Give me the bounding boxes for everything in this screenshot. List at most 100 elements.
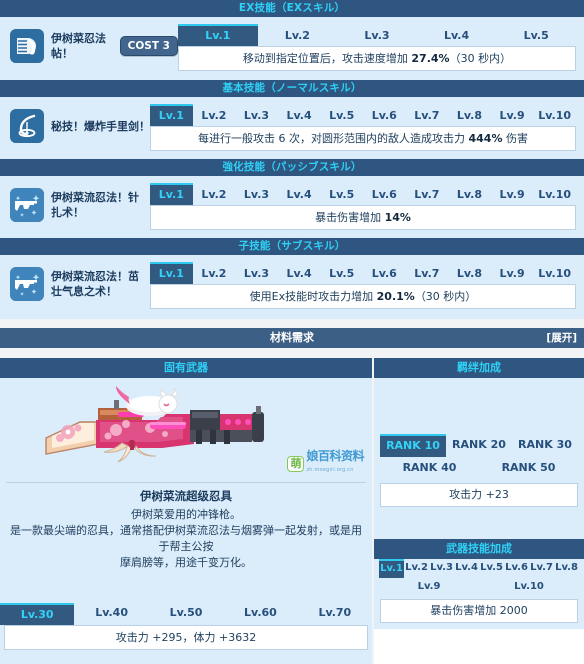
skill-passive-left: 伊树菜流忍法！针扎术！ [10,183,150,227]
weapon-level-tab-30[interactable]: Lv.30 [0,603,75,625]
gun-icon [10,188,44,222]
skill-normal-right: Lv.1 Lv.2 Lv.3 Lv.4 Lv.5 Lv.6 Lv.7 Lv.8 … [150,104,576,151]
skill-sub-level-tab-5[interactable]: Lv.5 [320,264,363,284]
weapon-level-tab-50[interactable]: Lv.50 [149,603,223,625]
skill-normal-level-tab-4[interactable]: Lv.4 [278,106,321,126]
skill-normal-level-tab-10[interactable]: Lv.10 [533,106,576,126]
weapon-level-tab-40[interactable]: Lv.40 [74,603,148,625]
bond-bottom-spacer [374,507,584,535]
skill-normal-level-tab-6[interactable]: Lv.6 [363,106,406,126]
skill-name-sub: 伊树菜流忍法！茁壮气息之术！ [51,270,139,298]
section-title-sub: 子技能（サブスキル） [238,240,346,252]
material-expand-toggle[interactable]: [展开] [546,328,577,348]
weapon-skill-level-tab-6[interactable]: Lv.6 [504,559,529,578]
skill-ex-level-tab-1[interactable]: Lv.1 [178,24,258,46]
skill-block-sub: 伊树菜流忍法！茁壮气息之术！ Lv.1 Lv.2 Lv.3 Lv.4 Lv.5 … [0,255,584,319]
skill-sub-level-tab-4[interactable]: Lv.4 [278,264,321,284]
skill-normal-level-tab-8[interactable]: Lv.8 [448,106,491,126]
material-demand-body [0,348,584,358]
bond-rank-tab-30[interactable]: RANK 30 [512,434,578,457]
skill-sub-level-tab-7[interactable]: Lv.7 [406,264,449,284]
weapon-skill-level-tab-1[interactable]: Lv.1 [379,559,404,578]
weapon-panel-header: 固有武器 [0,358,372,378]
weapon-skill-level-tab-2[interactable]: Lv.2 [404,559,429,578]
weapon-artwork: 萌 娘百科资料 zh.moegirl.org.cn [0,378,372,482]
skill-ex-level-tab-5[interactable]: Lv.5 [496,26,576,46]
skill-passive-level-tab-4[interactable]: Lv.4 [278,185,321,205]
weapon-skill-level-tab-7[interactable]: Lv.7 [529,559,554,578]
bond-rank-tab-20[interactable]: RANK 20 [446,434,512,457]
skill-ex-desc-value: 27.4% [411,52,450,65]
weapon-skill-level-tab-5[interactable]: Lv.5 [479,559,504,578]
weapon-skill-level-tab-8[interactable]: Lv.8 [554,559,579,578]
weapon-level-tab-60[interactable]: Lv.60 [223,603,297,625]
skill-passive-level-tab-1[interactable]: Lv.1 [150,183,193,205]
skill-ex-level-tab-2[interactable]: Lv.2 [258,26,338,46]
skill-block-normal: 秘技！爆炸手里剑！ Lv.1 Lv.2 Lv.3 Lv.4 Lv.5 Lv.6 … [0,97,584,159]
weapon-column: 固有武器 萌 娘百科资料 zh.moegirl.org.cn 伊树菜流超级忍具 … [0,358,372,664]
skill-passive-level-tab-5[interactable]: Lv.5 [320,185,363,205]
skill-passive-level-tab-6[interactable]: Lv.6 [363,185,406,205]
weapon-panel-title: 固有武器 [164,361,208,374]
skill-passive-level-tab-10[interactable]: Lv.10 [533,185,576,205]
skill-sub-level-tab-9[interactable]: Lv.9 [491,264,534,284]
weapon-desc-line-3: 摩肩膀等，用途千变万化。 [120,556,252,569]
skill-sub-level-tab-1[interactable]: Lv.1 [150,262,193,284]
skill-passive-level-tabs: Lv.1 Lv.2 Lv.3 Lv.4 Lv.5 Lv.6 Lv.7 Lv.8 … [150,183,576,205]
skill-ex-level-tab-3[interactable]: Lv.3 [337,26,417,46]
section-header-passive: 強化技能（パッシブスキル） [0,159,584,176]
skill-sub-level-tab-2[interactable]: Lv.2 [193,264,236,284]
skill-passive-level-tab-7[interactable]: Lv.7 [406,185,449,205]
section-header-normal: 基本技能（ノーマルスキル） [0,80,584,97]
skill-sub-level-tab-3[interactable]: Lv.3 [235,264,278,284]
bond-panel-title: 羁绊加成 [457,361,501,374]
watermark-subtitle: zh.moegirl.org.cn [306,467,354,473]
watermark-text: 娘百科资料 zh.moegirl.org.cn [306,450,364,476]
skill-normal-level-tab-3[interactable]: Lv.3 [235,106,278,126]
skill-sub-level-tab-6[interactable]: Lv.6 [363,264,406,284]
watermark-badge: 萌 [287,455,305,472]
scroll-icon [10,29,44,63]
skill-normal-desc-pre: 每进行一般攻击 6 次，对圆形范围内的敌人造成攻击力 [198,132,469,145]
spacer-above-material [0,319,584,328]
skill-passive-level-tab-9[interactable]: Lv.9 [491,185,534,205]
skill-sub-desc-pre: 使用Ex技能时攻击力增加 [249,290,377,303]
character-detail-page: EX技能（EXスキル） 伊树菜忍法帖！ COST 3 Lv.1 Lv.2 Lv.… [0,0,584,664]
weapon-skill-level-tab-10[interactable]: Lv.10 [479,578,579,596]
skill-normal-level-tab-5[interactable]: Lv.5 [320,106,363,126]
weapon-skill-level-tab-4[interactable]: Lv.4 [454,559,479,578]
section-title-normal: 基本技能（ノーマルスキル） [222,82,362,94]
weapon-skill-level-tab-3[interactable]: Lv.3 [429,559,454,578]
skill-normal-left: 秘技！爆炸手里剑！ [10,104,150,148]
bond-rank-tab-10[interactable]: RANK 10 [380,434,446,457]
bond-column: 羁绊加成 RANK 10 RANK 20 RANK 30 RANK 40 RAN… [372,358,584,664]
skill-passive-level-tab-2[interactable]: Lv.2 [193,185,236,205]
skill-sub-level-tab-10[interactable]: Lv.10 [533,264,576,284]
watermark: 萌 娘百科资料 zh.moegirl.org.cn [287,450,364,476]
shuriken-icon [10,109,44,143]
skill-ex-right: Lv.1 Lv.2 Lv.3 Lv.4 Lv.5 移动到指定位置后，攻击速度增加… [178,24,576,71]
bottom-columns: 固有武器 萌 娘百科资料 zh.moegirl.org.cn 伊树菜流超级忍具 … [0,358,584,664]
skill-sub-description: 使用Ex技能时攻击力增加 20.1%（30 秒内） [150,284,576,309]
bond-rank-tab-40[interactable]: RANK 40 [380,457,479,479]
skill-ex-level-tab-4[interactable]: Lv.4 [417,26,497,46]
section-header-ex: EX技能（EXスキル） [0,0,584,17]
skill-passive-level-tab-8[interactable]: Lv.8 [448,185,491,205]
skill-block-passive: 伊树菜流忍法！针扎术！ Lv.1 Lv.2 Lv.3 Lv.4 Lv.5 Lv.… [0,176,584,238]
skill-normal-level-tab-2[interactable]: Lv.2 [193,106,236,126]
skill-normal-level-tab-9[interactable]: Lv.9 [491,106,534,126]
weapon-panel: 萌 娘百科资料 zh.moegirl.org.cn 伊树菜流超级忍具 伊树菜爱用… [0,378,372,664]
bond-rank-tab-50[interactable]: RANK 50 [479,457,578,479]
weapon-level-tab-70[interactable]: Lv.70 [298,603,372,625]
skill-passive-desc-value: 14% [384,211,411,224]
skill-passive-level-tab-3[interactable]: Lv.3 [235,185,278,205]
weapon-skill-level-tab-9[interactable]: Lv.9 [379,578,479,596]
skill-sub-level-tab-8[interactable]: Lv.8 [448,264,491,284]
material-demand-bar[interactable]: 材料需求 [展开] [0,328,584,348]
weapon-name: 伊树菜流超级忍具 [140,489,232,503]
skill-normal-level-tab-1[interactable]: Lv.1 [150,104,193,126]
bond-rank-tabs: RANK 10 RANK 20 RANK 30 RANK 40 RANK 50 [374,434,584,479]
skill-normal-level-tab-7[interactable]: Lv.7 [406,106,449,126]
weapon-level-tabs: Lv.30 Lv.40 Lv.50 Lv.60 Lv.70 [0,601,372,625]
skill-passive-right: Lv.1 Lv.2 Lv.3 Lv.4 Lv.5 Lv.6 Lv.7 Lv.8 … [150,183,576,230]
